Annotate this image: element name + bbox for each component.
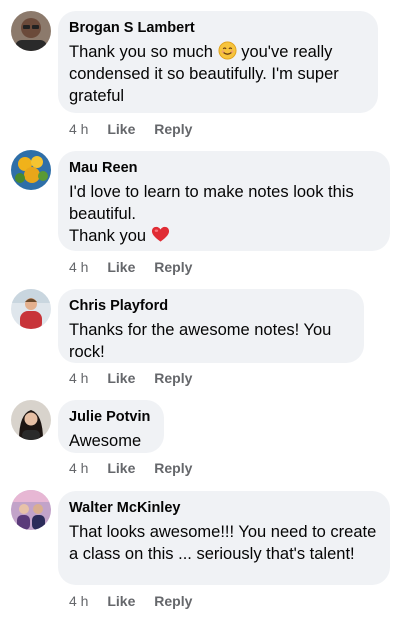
avatar[interactable] [11, 150, 51, 190]
comment-text-part: Thank you so much [69, 43, 213, 61]
comment-text-line: Thank you [69, 225, 378, 247]
like-button[interactable]: Like [107, 121, 135, 137]
comment-bubble: Chris Playford Thanks for the awesome no… [58, 289, 364, 363]
comment-text: That looks awesome!!! You need to create… [69, 523, 377, 563]
comment-actions: 4 h Like Reply [69, 121, 192, 137]
comment-text: Thanks for the awesome notes! You rock! [69, 321, 332, 361]
comment-author[interactable]: Julie Potvin [69, 408, 152, 426]
comment-author[interactable]: Mau Reen [69, 159, 378, 177]
like-button[interactable]: Like [107, 370, 135, 386]
avatar[interactable] [11, 400, 51, 440]
comment-text: I'd love to learn to make notes look thi… [69, 181, 378, 247]
comment-timestamp[interactable]: 4 h [69, 593, 88, 609]
comment-timestamp[interactable]: 4 h [69, 370, 88, 386]
like-button[interactable]: Like [107, 259, 135, 275]
comment-timestamp[interactable]: 4 h [69, 460, 88, 476]
reply-button[interactable]: Reply [154, 593, 192, 609]
comment-timestamp[interactable]: 4 h [69, 259, 88, 275]
avatar[interactable] [11, 289, 51, 329]
reply-button[interactable]: Reply [154, 460, 192, 476]
comment-text-line: I'd love to learn to make notes look thi… [69, 183, 354, 223]
comment-actions: 4 h Like Reply [69, 593, 192, 609]
comment-timestamp[interactable]: 4 h [69, 121, 88, 137]
comment-actions: 4 h Like Reply [69, 259, 192, 275]
smiling-face-emoji-icon [218, 41, 237, 60]
comment-author[interactable]: Chris Playford [69, 297, 352, 315]
avatar[interactable] [11, 490, 51, 530]
avatar[interactable] [11, 11, 51, 51]
like-button[interactable]: Like [107, 593, 135, 609]
comment-text: Awesome [69, 432, 142, 450]
reply-button[interactable]: Reply [154, 259, 192, 275]
red-heart-emoji-icon [151, 225, 170, 244]
comment-author[interactable]: Walter McKinley [69, 499, 378, 517]
comment-bubble: Brogan S Lambert Thank you so much you'v… [58, 11, 378, 113]
comment-bubble: Walter McKinley That looks awesome!!! Yo… [58, 491, 390, 585]
comment-author[interactable]: Brogan S Lambert [69, 19, 366, 37]
comment-actions: 4 h Like Reply [69, 370, 192, 386]
comment-thread: Brogan S Lambert Thank you so much you'v… [0, 0, 410, 617]
comment-actions: 4 h Like Reply [69, 460, 192, 476]
reply-button[interactable]: Reply [154, 121, 192, 137]
comment-text: Thank you so much you've really condense… [69, 41, 366, 107]
like-button[interactable]: Like [107, 460, 135, 476]
comment-bubble: Mau Reen I'd love to learn to make notes… [58, 151, 390, 251]
comment-bubble: Julie Potvin Awesome [58, 400, 164, 453]
comment-text-part: Thank you [69, 227, 147, 245]
reply-button[interactable]: Reply [154, 370, 192, 386]
